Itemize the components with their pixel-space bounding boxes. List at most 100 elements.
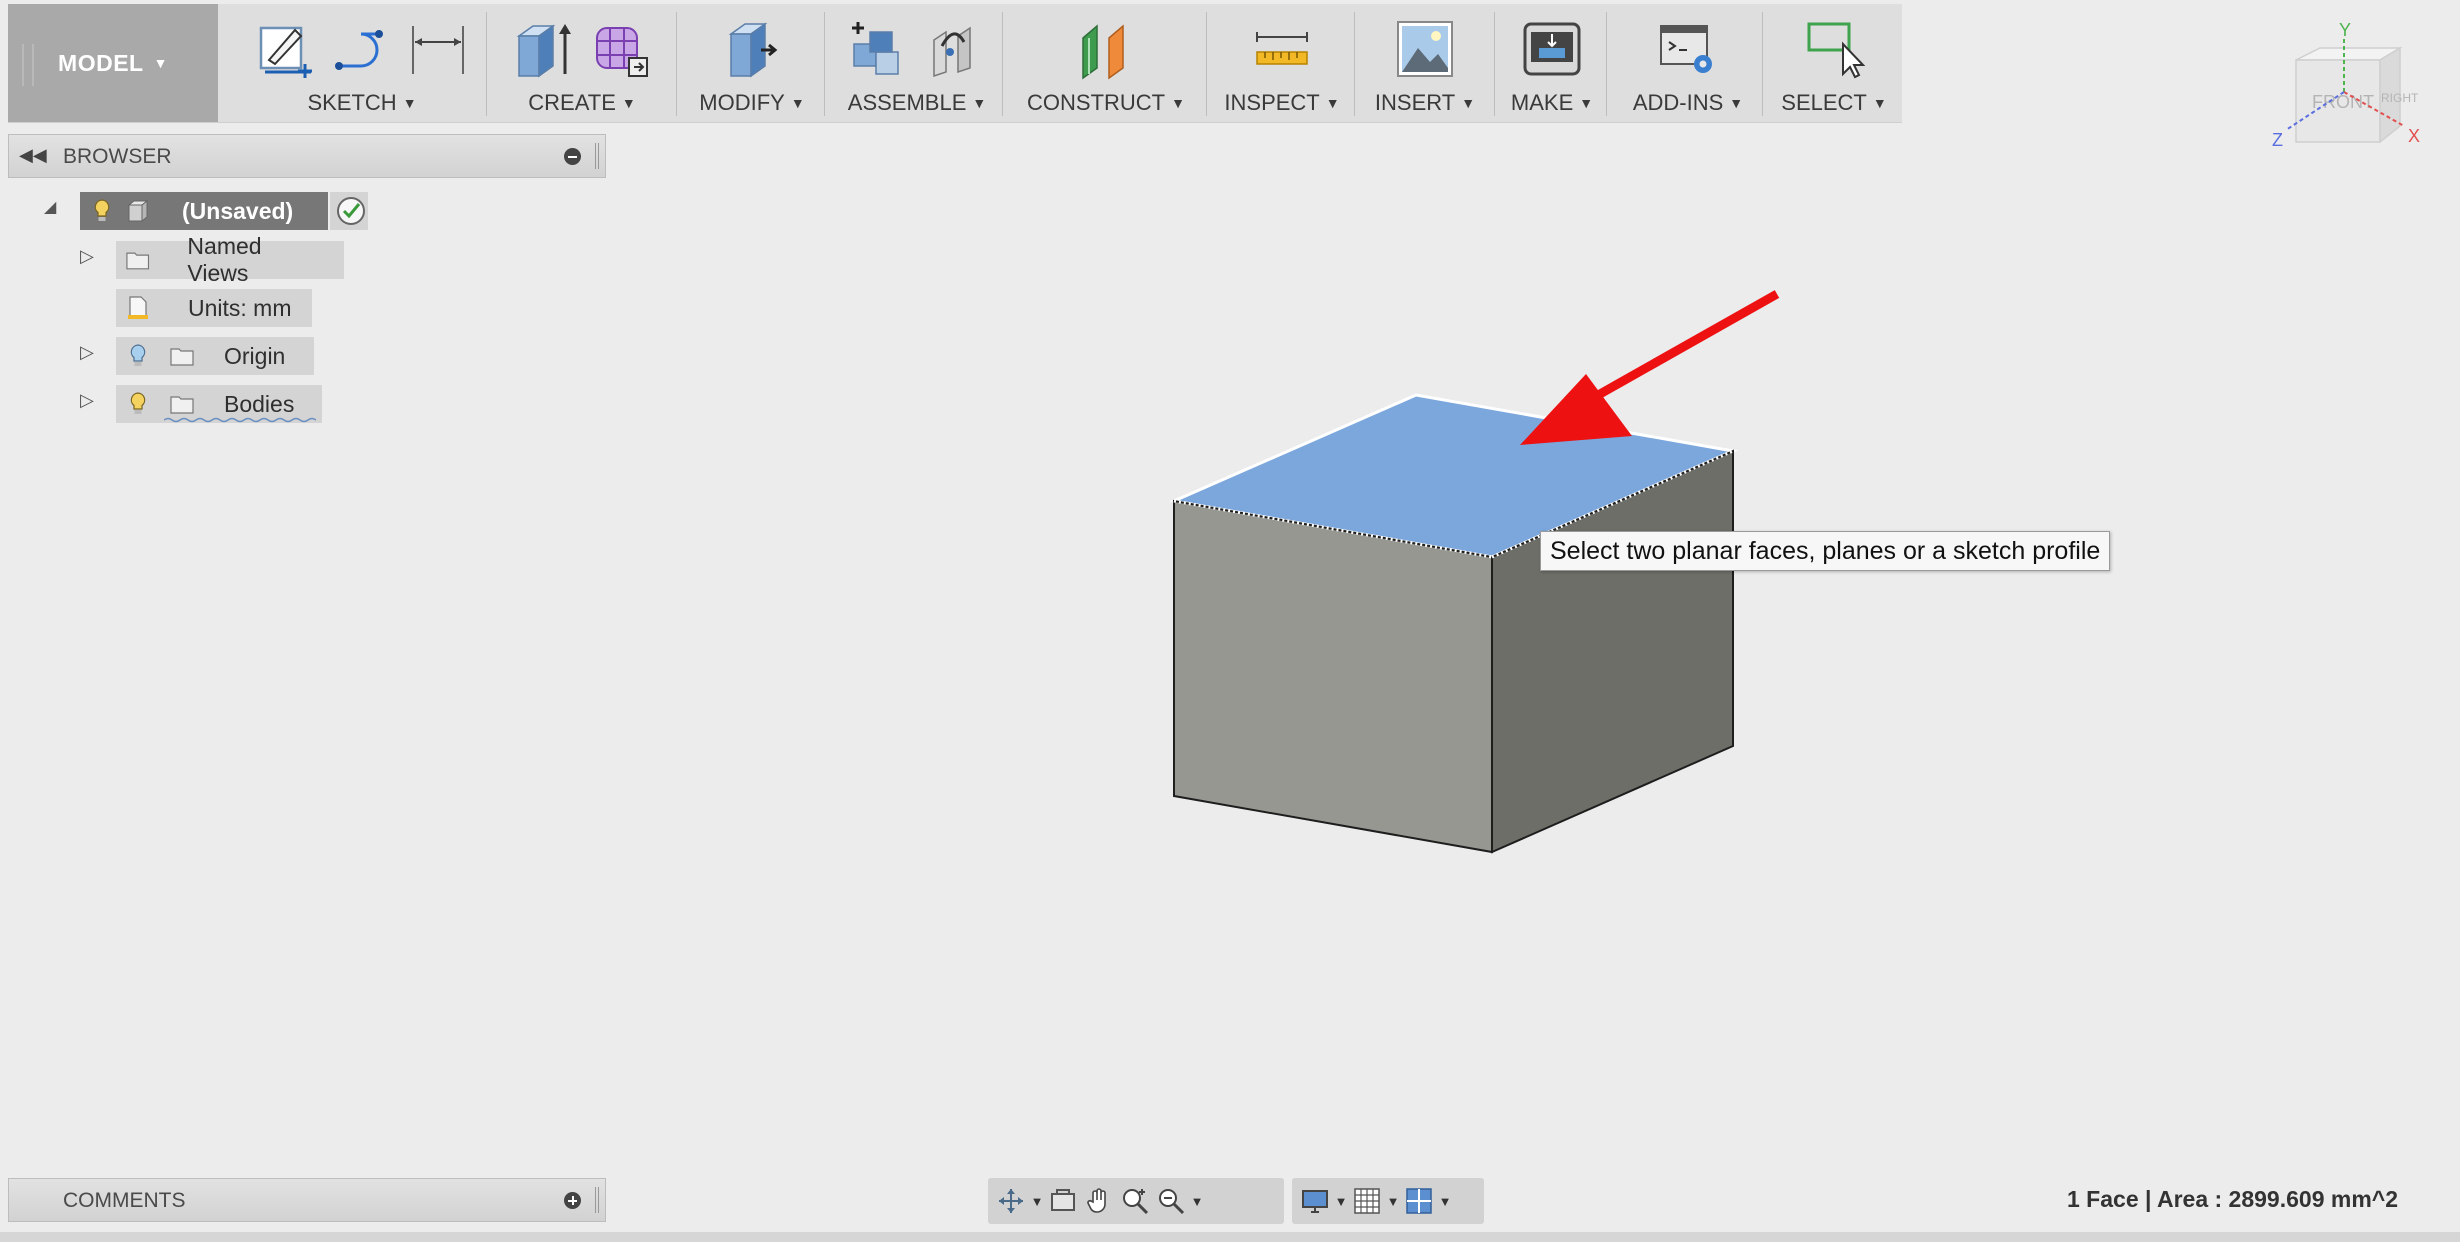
chevron-down-icon: ▼ xyxy=(621,95,636,111)
named-views-label: Named Views xyxy=(187,233,262,286)
new-component-icon[interactable] xyxy=(848,18,910,80)
browser-item-named-views[interactable]: ▷ Named Views xyxy=(40,233,344,286)
3d-print-icon[interactable] xyxy=(1521,18,1583,80)
expand-triangle-icon[interactable]: ▷ xyxy=(80,390,94,411)
named-views-chip[interactable]: Named Views xyxy=(116,233,344,286)
expand-panel-icon[interactable] xyxy=(564,1192,581,1209)
display-settings-button[interactable] xyxy=(1298,1184,1332,1218)
select-menu[interactable]: SELECT ▼ xyxy=(1764,90,1904,116)
insert-menu[interactable]: INSERT ▼ xyxy=(1358,90,1492,116)
workspace-switcher[interactable]: MODEL ▼ xyxy=(8,4,218,122)
bodies-chip[interactable]: Bodies xyxy=(116,385,322,423)
modify-menu[interactable]: MODIFY ▼ xyxy=(678,90,826,116)
grid-settings-button[interactable] xyxy=(1350,1184,1384,1218)
expanded-triangle-icon[interactable]: ◢ xyxy=(44,197,56,217)
joint-icon[interactable] xyxy=(924,18,986,80)
root-component-chip[interactable]: (Unsaved) xyxy=(80,192,328,230)
folder-icon xyxy=(126,252,150,270)
panel-grip-icon[interactable] xyxy=(595,1187,599,1213)
inspect-group: INSPECT ▼ xyxy=(1212,4,1352,122)
annotation-arrow-shaft xyxy=(1597,290,1780,398)
insert-label: INSERT xyxy=(1374,90,1456,115)
sketch-group: SKETCH ▼ xyxy=(230,4,494,122)
create-label: CREATE xyxy=(528,90,616,115)
selection-status: 1 Face | Area : 2899.609 mm^2 xyxy=(2067,1186,2398,1212)
chevron-down-icon[interactable]: ▼ xyxy=(1334,1194,1348,1209)
construct-label: CONSTRUCT xyxy=(1027,90,1166,115)
comments-panel-header[interactable]: COMMENTS xyxy=(8,1178,606,1222)
chevron-down-icon: ▼ xyxy=(972,95,987,111)
view-cube[interactable]: FRONT RIGHT Y X Z xyxy=(2260,18,2460,178)
chevron-down-icon[interactable]: ▼ xyxy=(1438,1194,1452,1209)
cube-front-face[interactable] xyxy=(1173,499,1493,854)
browser-root-row[interactable]: ◢ (Unsaved) xyxy=(40,191,368,231)
workspace-label: MODEL xyxy=(58,49,144,76)
origin-label: Origin xyxy=(224,342,286,369)
construct-menu[interactable]: CONSTRUCT ▼ xyxy=(1006,90,1206,116)
make-menu[interactable]: MAKE ▼ xyxy=(1496,90,1608,116)
viewports-icon xyxy=(1406,1188,1432,1214)
chevron-down-icon: ▼ xyxy=(1461,95,1476,111)
inspect-menu[interactable]: INSPECT ▼ xyxy=(1212,90,1352,116)
zoom-button[interactable] xyxy=(1118,1184,1152,1218)
navigation-bar: ▼ ▼ xyxy=(988,1178,1284,1224)
create-sketch-icon[interactable] xyxy=(255,18,317,80)
main-toolbar: MODEL ▼ SKETCH ▼ CREATE ▼ MODIFY ▼ ASSEM… xyxy=(8,4,1902,123)
dimension-tool-icon[interactable] xyxy=(407,18,469,80)
folder-icon xyxy=(170,348,194,366)
axis-x-label: X xyxy=(2408,126,2420,146)
toolbar-divider xyxy=(1354,12,1355,116)
sketch-menu[interactable]: SKETCH ▼ xyxy=(230,90,494,116)
assemble-group: ASSEMBLE ▼ xyxy=(828,4,1006,122)
grid-icon xyxy=(1354,1188,1380,1214)
assemble-label: ASSEMBLE xyxy=(847,90,967,115)
browser-item-units[interactable]: Units: mm xyxy=(40,288,312,328)
browser-item-origin[interactable]: ▷ Origin xyxy=(40,336,314,376)
origin-chip[interactable]: Origin xyxy=(116,337,314,375)
orbit-button[interactable] xyxy=(994,1184,1028,1218)
select-label: SELECT xyxy=(1781,90,1867,115)
visibility-bulb-off-icon[interactable] xyxy=(124,342,152,370)
pan-button[interactable] xyxy=(1082,1184,1116,1218)
form-tspline-icon[interactable] xyxy=(589,18,651,80)
addins-menu[interactable]: ADD-INS ▼ xyxy=(1608,90,1768,116)
chevron-down-icon[interactable]: ▼ xyxy=(1190,1194,1204,1209)
measure-icon[interactable] xyxy=(1251,18,1313,80)
addins-label: ADD-INS xyxy=(1632,90,1724,115)
component-icon xyxy=(127,199,149,223)
fit-button[interactable] xyxy=(1154,1184,1188,1218)
toolbar-divider xyxy=(1494,12,1495,116)
look-at-button[interactable] xyxy=(1046,1184,1080,1218)
chevron-down-icon[interactable]: ▼ xyxy=(1030,1194,1044,1209)
viewports-button[interactable] xyxy=(1402,1184,1436,1218)
create-menu[interactable]: CREATE ▼ xyxy=(490,90,674,116)
panel-grip-icon[interactable] xyxy=(595,143,599,169)
toolbar-divider xyxy=(824,12,825,116)
comments-title: COMMENTS xyxy=(63,1189,186,1212)
collapse-panel-icon[interactable]: ◀◀ xyxy=(19,145,47,166)
make-label: MAKE xyxy=(1510,90,1574,115)
viewcube-front-label[interactable]: FRONT xyxy=(2312,92,2374,112)
toolbar-grip-icon[interactable] xyxy=(22,44,34,86)
insert-image-icon[interactable] xyxy=(1394,18,1456,80)
modify-group: MODIFY ▼ xyxy=(678,4,826,122)
scripts-addins-icon[interactable] xyxy=(1657,18,1719,80)
expand-triangle-icon[interactable]: ▷ xyxy=(80,246,94,267)
viewcube-right-label[interactable]: RIGHT xyxy=(2381,91,2419,105)
expand-triangle-icon[interactable]: ▷ xyxy=(80,342,94,363)
visibility-bulb-icon[interactable] xyxy=(88,197,116,225)
chevron-down-icon[interactable]: ▼ xyxy=(1386,1194,1400,1209)
press-pull-icon[interactable] xyxy=(721,18,783,80)
assemble-menu[interactable]: ASSEMBLE ▼ xyxy=(828,90,1006,116)
units-chip[interactable]: Units: mm xyxy=(116,289,312,327)
extrude-icon[interactable] xyxy=(513,18,575,80)
arc-tool-icon[interactable] xyxy=(331,18,393,80)
select-window-icon[interactable] xyxy=(1803,18,1865,80)
minimize-panel-icon[interactable] xyxy=(564,148,581,165)
activate-component-button[interactable] xyxy=(330,192,368,230)
browser-item-bodies[interactable]: ▷ Bodies xyxy=(40,384,322,424)
look-at-icon xyxy=(1051,1189,1075,1211)
offset-plane-icon[interactable] xyxy=(1075,18,1137,80)
visibility-bulb-icon[interactable] xyxy=(124,390,152,418)
document-icon xyxy=(128,296,148,319)
